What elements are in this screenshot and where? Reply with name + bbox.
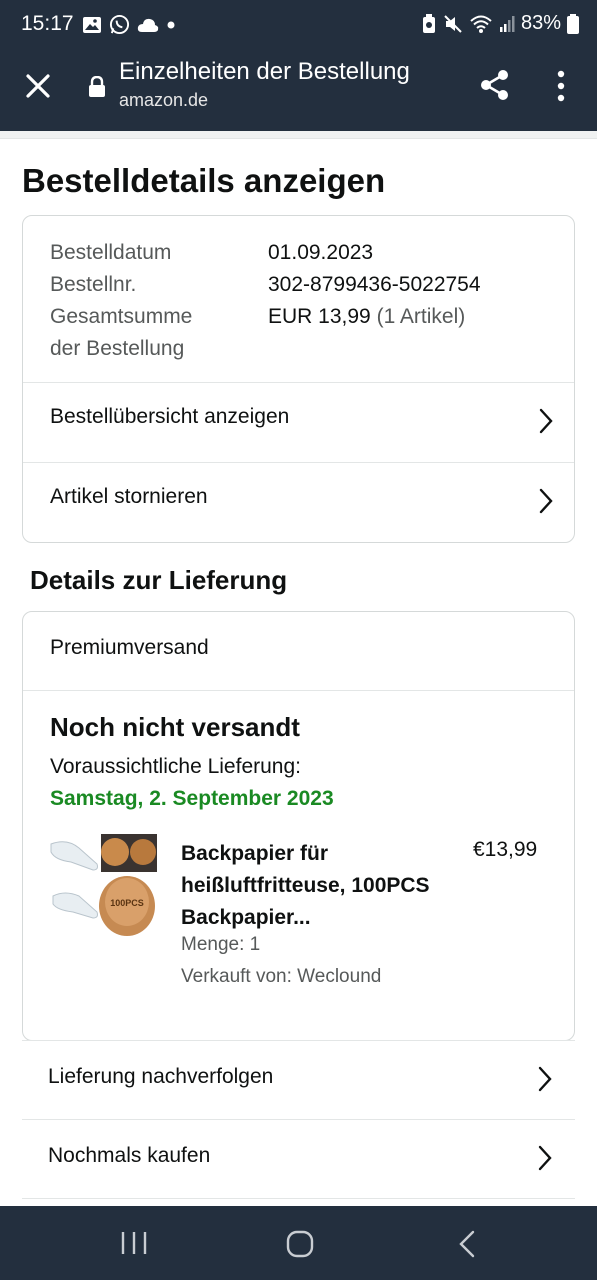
browser-url[interactable]: amazon.de [119,90,208,111]
gallery-icon [83,16,101,33]
battery-saver-icon [422,13,435,33]
header-divider [0,131,597,139]
status-bar: 15:17 83% [0,0,597,50]
order-number-label: Bestellnr. [50,273,137,296]
mute-icon [444,14,462,33]
cancel-items-label: Artikel stornieren [50,485,208,508]
track-delivery-label: Lieferung nachverfolgen [48,1065,274,1088]
cancel-items-link[interactable]: Artikel stornieren [23,463,574,541]
delivery-card: Premiumversand Noch nicht versandt Vorau… [22,611,575,1041]
whatsapp-icon [109,14,130,35]
product-quantity: Menge: 1 [181,934,261,955]
browser-title: Einzelheiten der Bestellung [119,58,410,85]
battery-icon [567,13,579,34]
order-date-label: Bestelldatum [50,241,172,264]
order-overview-label: Bestellübersicht anzeigen [50,405,290,428]
status-time: 15:17 [21,12,74,35]
order-summary-card: Bestelldatum 01.09.2023 Bestellnr. 302-8… [22,215,575,543]
share-icon[interactable] [478,68,512,102]
chevron-right-icon [539,408,553,434]
delivery-eta-date: Samstag, 2. September 2023 [50,787,334,810]
chevron-right-icon [539,488,553,514]
order-total-label-line1: Gesamtsumme [50,305,193,328]
system-navigation-bar [0,1206,597,1280]
chevron-right-icon [538,1145,552,1171]
buy-again-label: Nochmals kaufen [48,1144,211,1167]
system-status: 83% [421,12,579,35]
order-total-value-row: EUR 13,99 (1 Artikel) [268,301,465,333]
buy-again-link[interactable]: Nochmals kaufen [22,1119,575,1199]
order-number-value-row: 302-8799436-5022754 [268,269,481,301]
battery-percent: 83% [520,12,561,34]
home-icon[interactable] [286,1230,314,1258]
track-delivery-link[interactable]: Lieferung nachverfolgen [22,1040,575,1120]
order-total-label-row: Gesamtsumme der Bestellung [50,301,192,365]
divider [22,1198,575,1199]
signal-icon [499,15,515,32]
order-total-label-line2: der Bestellung [50,337,185,360]
page-title: Bestelldetails anzeigen [22,162,386,199]
back-icon[interactable] [456,1230,478,1258]
order-overview-link[interactable]: Bestellübersicht anzeigen [23,383,574,461]
delivery-eta-label: Voraussichtliche Lieferung: [50,755,301,778]
notification-icons [82,14,176,35]
order-date-value-row: 01.09.2023 [268,237,373,269]
order-total-value: EUR 13,99 [268,305,371,328]
recent-apps-icon[interactable] [120,1230,148,1256]
order-total-items: (1 Artikel) [376,305,466,328]
product-title[interactable]: Backpapier für heißluftfritteuse, 100PCS… [181,838,431,934]
cloud-icon [137,18,159,32]
dot-icon [167,21,175,28]
product-image-label: 100PCS [110,898,144,908]
shipment-status: Noch nicht versandt [50,712,300,742]
order-number-value: 302-8799436-5022754 [268,273,481,296]
wifi-icon [470,15,492,33]
chevron-right-icon [538,1066,552,1092]
product-price: €13,99 [473,838,538,861]
order-date-value: 01.09.2023 [268,241,374,264]
delivery-section-title: Details zur Lieferung [30,565,288,595]
browser-header: Einzelheiten der Bestellung amazon.de [0,50,597,131]
order-number-row: Bestellnr. [50,269,136,301]
lock-icon [89,76,105,97]
divider [23,690,574,691]
close-icon[interactable] [22,70,54,102]
more-options-icon[interactable] [548,68,574,104]
order-date-row: Bestelldatum [50,237,171,269]
product-image[interactable]: 100PCS [49,834,157,942]
shipping-method: Premiumversand [50,636,209,659]
product-seller: Verkauft von: Weclound [181,966,382,987]
